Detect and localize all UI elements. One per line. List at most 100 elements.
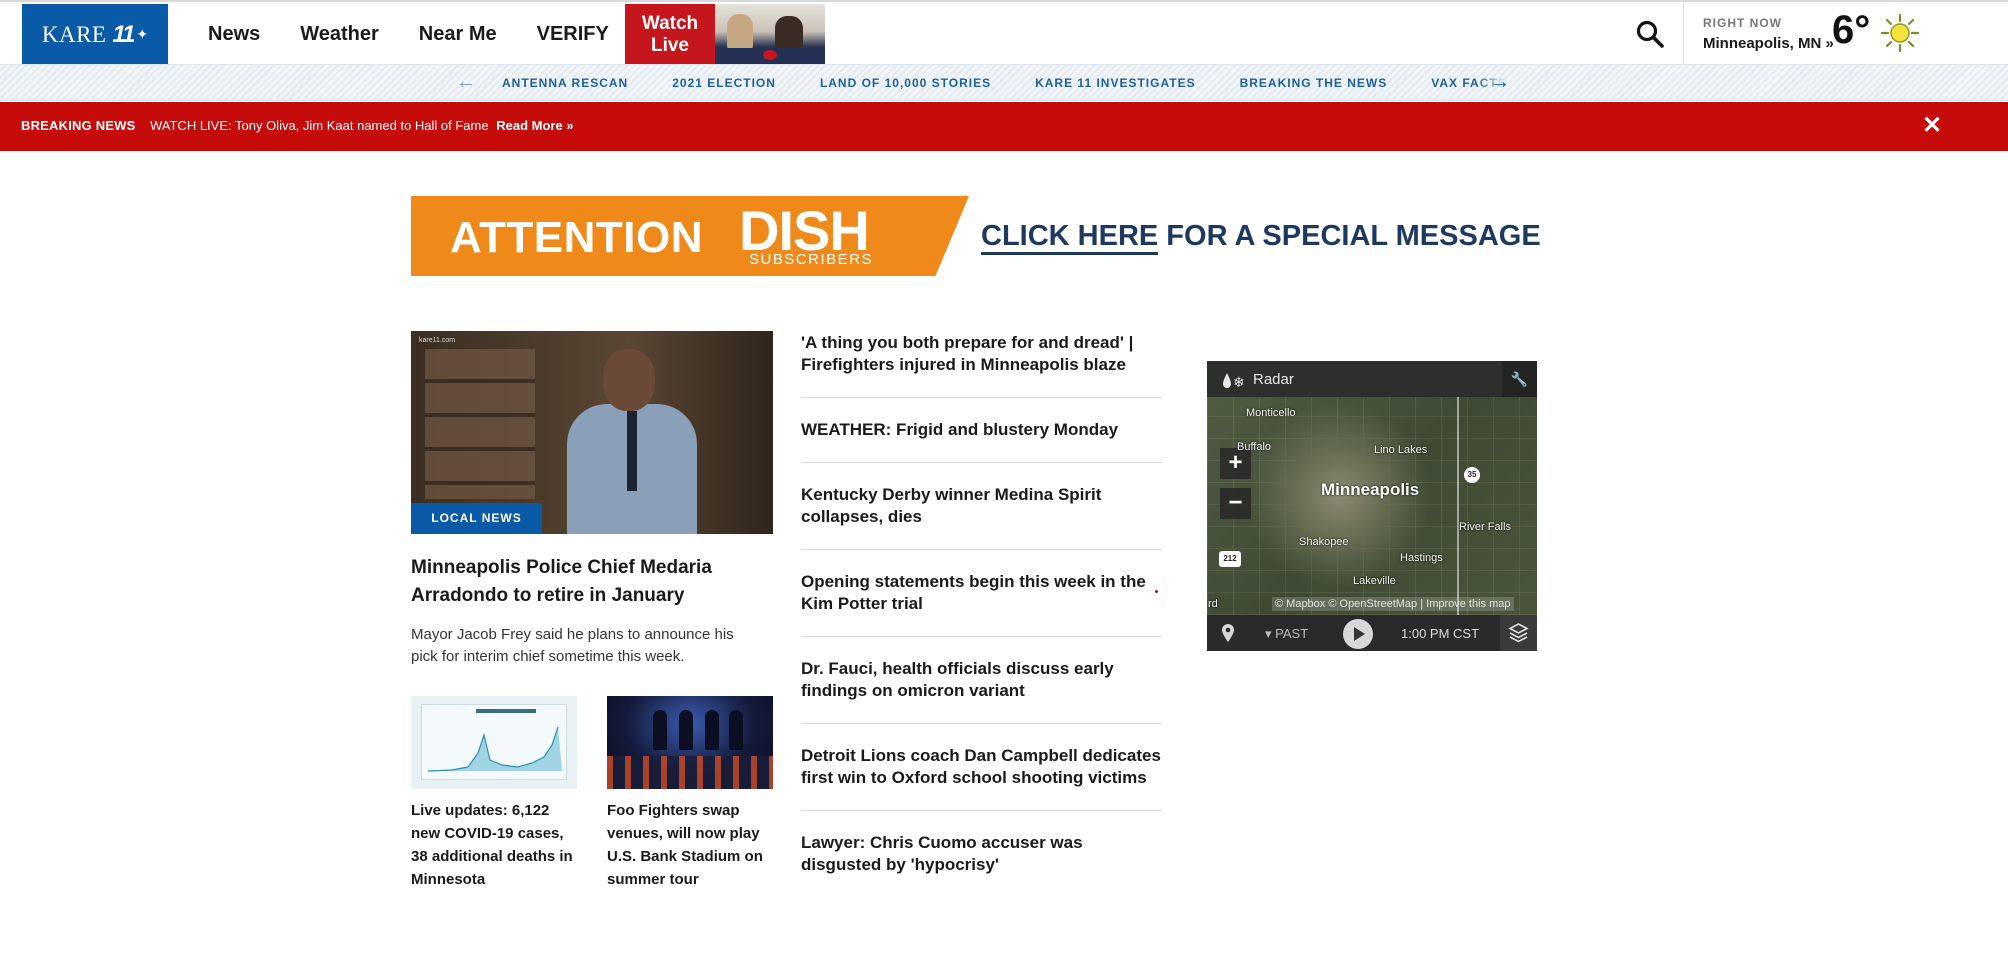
topics-bar: ← ANTENNA RESCAN 2021 ELECTION LAND OF 1… xyxy=(0,64,2008,101)
topic-link[interactable]: 2021 ELECTION xyxy=(672,76,776,90)
chart-box xyxy=(421,704,567,780)
map-label: River Falls xyxy=(1459,521,1511,533)
caret-down-icon: ▾ xyxy=(1265,626,1276,641)
wrench-icon[interactable]: 🔧 xyxy=(1502,361,1537,397)
lead-story-description: Mayor Jacob Frey said he plans to announ… xyxy=(411,626,734,665)
watch-live-button[interactable]: Watch Live xyxy=(625,4,715,65)
local-news-tag[interactable]: LOCAL NEWS xyxy=(411,503,542,534)
watch-live-line1: Watch xyxy=(641,13,699,34)
nav-near-me[interactable]: Near Me xyxy=(419,23,497,46)
nav-verify[interactable]: VERIFY xyxy=(537,23,609,46)
tie xyxy=(627,411,637,491)
headline-link[interactable]: WEATHER: Frigid and blustery Monday xyxy=(801,398,1162,463)
band-member xyxy=(729,710,743,750)
headline-list: 'A thing you both prepare for and dread'… xyxy=(801,328,1162,897)
site-header: KARE 11 ✦ News Weather Near Me VERIFY Wa… xyxy=(0,0,2008,66)
thumbnail-person xyxy=(775,16,803,52)
radar-map-widget[interactable]: ❄ Radar 🔧 + − Monticello Buffalo Lino La… xyxy=(1207,361,1537,651)
lead-story-title[interactable]: Minneapolis Police Chief Medaria Arradon… xyxy=(411,554,741,610)
headline-link[interactable]: Kentucky Derby winner Medina Spirit coll… xyxy=(801,463,1162,550)
main-nav: News Weather Near Me VERIFY xyxy=(186,2,627,66)
nav-weather[interactable]: Weather xyxy=(300,23,379,46)
us-route-shield: 212 xyxy=(1219,551,1241,567)
logo-text: KARE xyxy=(41,21,107,47)
topic-link[interactable]: BREAKING THE NEWS xyxy=(1240,76,1388,90)
time-range-label: PAST xyxy=(1275,626,1309,641)
arrow-right-icon[interactable]: → xyxy=(1490,71,1510,94)
map-label: Hastings xyxy=(1400,552,1443,564)
breaking-news-text: WATCH LIVE: Tony Oliva, Jim Kaat named t… xyxy=(150,118,489,133)
weather-location-link[interactable]: Minneapolis, MN » xyxy=(1703,35,1834,52)
head xyxy=(603,349,655,411)
breaking-news-message[interactable]: WATCH LIVE: Tony Oliva, Jim Kaat named t… xyxy=(150,118,574,133)
breaking-news-banner: BREAKING NEWS WATCH LIVE: Tony Oliva, Ji… xyxy=(0,102,2008,151)
story-card-title[interactable]: Live updates: 6,122 new COVID-19 cases, … xyxy=(411,799,577,891)
ad-cta-underlined: CLICK HERE xyxy=(981,220,1159,255)
kare11-logo[interactable]: KARE 11 ✦ xyxy=(22,4,168,65)
topic-link[interactable]: KARE 11 INVESTIGATES xyxy=(1035,76,1195,90)
layers-icon[interactable] xyxy=(1500,615,1537,651)
headline-link[interactable]: Dr. Fauci, health officials discuss earl… xyxy=(801,637,1162,724)
time-range-dropdown[interactable]: ▾ PAST xyxy=(1265,626,1308,642)
headline-link[interactable]: 'A thing you both prepare for and dread'… xyxy=(801,328,1162,398)
topic-link[interactable]: ANTENNA RESCAN xyxy=(502,76,628,90)
logo-number: 11 xyxy=(112,20,135,48)
ad-cta-link[interactable]: CLICK HERE FOR A SPECIAL MESSAGE xyxy=(981,220,1541,255)
map-label: Lino Lakes xyxy=(1374,444,1428,456)
map-label: Minneapolis xyxy=(1321,480,1420,499)
headline-link[interactable]: Opening statements begin this week in th… xyxy=(801,550,1162,637)
header-divider xyxy=(1683,2,1684,66)
map-label: Monticello xyxy=(1246,407,1296,419)
dish-ad-banner[interactable]: ATTENTION DISH SUBSCRIBERS CLICK HERE FO… xyxy=(411,196,1541,276)
band-member xyxy=(705,710,719,750)
band-member xyxy=(653,710,667,750)
map-attribution[interactable]: © Mapbox © OpenStreetMap | Improve this … xyxy=(1272,597,1514,611)
topics-list: ANTENNA RESCAN 2021 ELECTION LAND OF 10,… xyxy=(502,76,1507,90)
band-member xyxy=(679,710,693,750)
story-card-title[interactable]: Foo Fighters swap venues, will now play … xyxy=(607,799,773,891)
headline-text: Opening statements begin this week in th… xyxy=(801,572,1146,613)
covid-chart-thumbnail[interactable] xyxy=(411,696,577,789)
police-chief-photo xyxy=(561,349,711,534)
radar-controls: ▾ PAST 1:00 PM CST xyxy=(1207,615,1537,651)
live-dot-icon xyxy=(1155,590,1158,593)
headline-link[interactable]: Lawyer: Chris Cuomo accuser was disguste… xyxy=(801,811,1162,897)
map-label: Buffalo xyxy=(1237,441,1272,453)
breaking-news-tag: BREAKING NEWS xyxy=(21,118,136,133)
chart-title-bar xyxy=(476,709,536,713)
ad-cta-rest: FOR A SPECIAL MESSAGE xyxy=(1158,220,1541,252)
play-button[interactable] xyxy=(1343,619,1373,649)
stage-lights xyxy=(607,756,773,789)
precipitation-icon: ❄ xyxy=(1223,373,1245,391)
image-watermark: kare11.com xyxy=(419,337,456,344)
map-label: rd xyxy=(1208,598,1218,610)
arrow-left-icon[interactable]: ← xyxy=(456,71,476,94)
radar-title: Radar xyxy=(1253,371,1294,388)
nav-news[interactable]: News xyxy=(208,23,260,46)
ad-subscribers-text: SUBSCRIBERS xyxy=(749,251,874,268)
bookshelf xyxy=(425,349,535,499)
thumbnail-person xyxy=(727,14,753,50)
topic-link[interactable]: LAND OF 10,000 STORIES xyxy=(820,76,991,90)
story-card[interactable]: Live updates: 6,122 new COVID-19 cases, … xyxy=(411,696,577,891)
thumbnail-logo xyxy=(763,50,777,60)
covid-line-icon xyxy=(427,726,562,772)
radar-header: ❄ Radar 🔧 xyxy=(1207,361,1537,397)
svg-text:❄: ❄ xyxy=(1233,375,1245,391)
watch-live-thumbnail[interactable] xyxy=(715,4,825,65)
story-card[interactable]: Foo Fighters swap venues, will now play … xyxy=(607,696,773,891)
concert-thumbnail[interactable] xyxy=(607,696,773,789)
search-icon[interactable] xyxy=(1635,19,1665,49)
radar-time: 1:00 PM CST xyxy=(1401,626,1480,641)
close-icon[interactable]: ✕ xyxy=(1922,111,1942,140)
location-pin-icon[interactable] xyxy=(1221,623,1235,643)
sun-icon xyxy=(1880,13,1920,53)
ad-attention-text: ATTENTION xyxy=(450,213,703,262)
zoom-out-button[interactable]: − xyxy=(1220,488,1251,519)
interstate-shield: 35 xyxy=(1464,467,1480,483)
read-more-link[interactable]: Read More » xyxy=(496,118,573,133)
headline-link[interactable]: Detroit Lions coach Dan Campbell dedicat… xyxy=(801,724,1162,811)
current-temperature[interactable]: 6° xyxy=(1832,8,1870,53)
peacock-icon: ✦ xyxy=(136,26,149,42)
river-line xyxy=(1457,397,1469,615)
